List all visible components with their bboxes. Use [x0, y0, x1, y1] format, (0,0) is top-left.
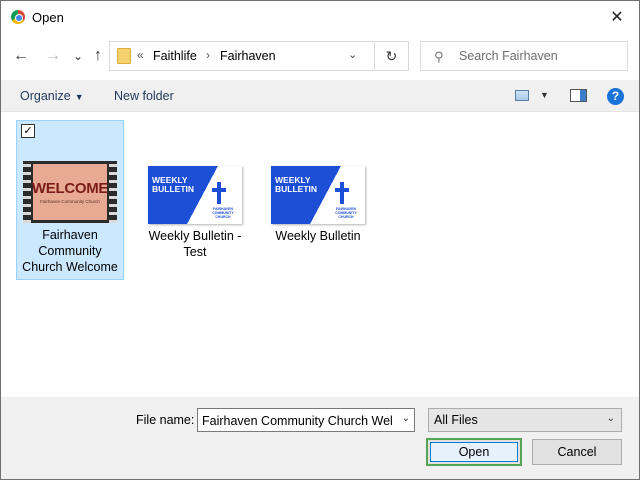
bulletin-thumbnail: WEEKLY BULLETIN FAIRHAVEN COMMUNITY CHUR…: [148, 166, 242, 224]
new-folder-button[interactable]: New folder: [114, 89, 174, 103]
thumbnail-title-line: BULLETIN: [275, 184, 318, 194]
file-item[interactable]: WEEKLY BULLETIN FAIRHAVEN COMMUNITY CHUR…: [141, 121, 249, 264]
file-item[interactable]: ✓ WELCOME Fairhaven Community Church Fai…: [16, 120, 124, 280]
search-box[interactable]: ⚲: [420, 41, 628, 71]
search-icon: ⚲: [434, 49, 444, 64]
title-bar: Open ✕: [1, 1, 639, 33]
preview-pane-icon[interactable]: [570, 89, 587, 102]
breadcrumb-faithlife[interactable]: Faithlife: [153, 49, 197, 63]
bulletin-thumbnail: WEEKLY BULLETIN FAIRHAVEN COMMUNITY CHUR…: [271, 166, 365, 224]
organize-button[interactable]: Organize ▼: [20, 89, 84, 103]
dialog-title: Open: [32, 10, 64, 25]
address-bar[interactable]: « Faithlife › Fairhaven ⌄ ↻: [109, 41, 409, 71]
back-arrow-icon: ←: [13, 47, 29, 64]
film-strip-left: [23, 161, 31, 223]
back-button[interactable]: ←: [10, 45, 32, 67]
thumbnail-image: WELCOME Fairhaven Community Church: [31, 164, 109, 220]
chevron-down-icon: ⌄: [606, 413, 615, 424]
recent-locations-button[interactable]: ⌄: [67, 45, 89, 67]
file-name-label: Weekly Bulletin - Test: [148, 229, 242, 259]
thumbnail-title: WEEKLY BULLETIN: [275, 176, 317, 194]
thumbnail-title: WELCOME: [31, 180, 109, 197]
file-name-label: Fairhaven Community Church Welcome: [22, 228, 118, 274]
file-list: ✓ WELCOME Fairhaven Community Church Fai…: [1, 113, 639, 397]
help-icon[interactable]: ?: [607, 88, 624, 105]
file-name-input[interactable]: [202, 413, 392, 428]
forward-button[interactable]: →: [42, 45, 64, 67]
command-bar: Organize ▼ New folder ▼ ?: [1, 80, 639, 112]
film-strip-right: [109, 161, 117, 223]
chevron-down-icon[interactable]: ⌄: [402, 413, 410, 424]
change-view-icon[interactable]: [515, 90, 529, 101]
folder-icon: [117, 48, 131, 64]
file-type-value: All Files: [434, 413, 478, 427]
file-name-label: Weekly Bulletin: [275, 229, 361, 243]
open-dialog: Open ✕ ← → ⌄ ↑ « Faithlife › Fairhaven ⌄…: [0, 0, 640, 480]
refresh-icon: ↻: [385, 47, 398, 64]
thumbnail-title: WEEKLY BULLETIN: [152, 176, 194, 194]
chrome-icon: [11, 10, 25, 24]
search-input[interactable]: [459, 48, 619, 64]
view-options-caret-icon[interactable]: ▼: [540, 90, 549, 100]
cross-icon: [212, 182, 226, 204]
file-item[interactable]: WEEKLY BULLETIN FAIRHAVEN COMMUNITY CHUR…: [264, 121, 372, 248]
file-name-label: File name:: [136, 413, 195, 427]
breadcrumb-overflow-icon[interactable]: «: [137, 48, 144, 62]
cross-icon: [335, 182, 349, 204]
refresh-button[interactable]: ↻: [374, 42, 408, 70]
file-checkbox[interactable]: ✓: [21, 124, 35, 138]
file-type-select[interactable]: All Files ⌄: [428, 408, 622, 432]
up-arrow-icon: ↑: [94, 47, 102, 64]
open-button-label: Open: [430, 442, 518, 462]
organize-label: Organize: [20, 89, 71, 103]
caret-down-icon: ▼: [74, 92, 84, 102]
cancel-button[interactable]: Cancel: [532, 439, 622, 465]
thumbnail-title-line: BULLETIN: [152, 184, 195, 194]
close-icon: ✕: [610, 9, 624, 26]
thumbnail-org: FAIRHAVEN COMMUNITY CHURCH: [212, 207, 234, 219]
open-button[interactable]: Open: [426, 438, 522, 466]
thumbnail-subtitle: Fairhaven Community Church: [40, 199, 100, 204]
address-dropdown-icon[interactable]: ⌄: [348, 48, 357, 61]
forward-arrow-icon: →: [45, 47, 61, 64]
file-name-combobox[interactable]: ⌄: [197, 408, 415, 432]
up-button[interactable]: ↑: [87, 45, 109, 67]
close-button[interactable]: ✕: [595, 1, 639, 33]
video-thumbnail: WELCOME Fairhaven Community Church: [23, 161, 117, 223]
breadcrumb-fairhaven[interactable]: Fairhaven: [220, 49, 276, 63]
chevron-down-icon: ⌄: [72, 49, 84, 63]
bottom-panel: File name: ⌄ All Files ⌄ Open Cancel: [1, 397, 639, 479]
thumbnail-org: FAIRHAVEN COMMUNITY CHURCH: [335, 207, 357, 219]
breadcrumb-separator-icon: ›: [206, 48, 210, 62]
